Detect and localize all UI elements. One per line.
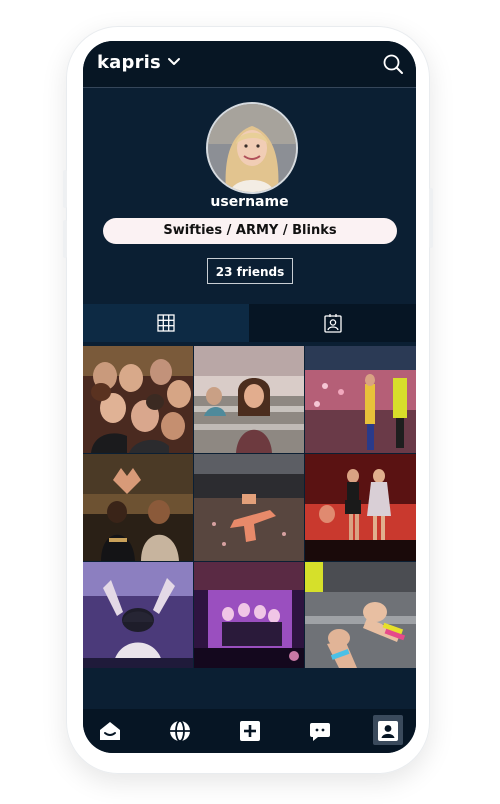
profile-tabs	[83, 304, 416, 342]
avatar-photo	[208, 104, 296, 192]
post-thumbnail[interactable]	[305, 562, 416, 668]
posts-grid	[83, 346, 416, 668]
app-screen: kapris username Swifties / ARMY / Blinks…	[83, 41, 416, 753]
messages-icon[interactable]	[308, 719, 332, 743]
globe-icon[interactable]	[168, 719, 192, 743]
top-bar: kapris	[83, 41, 416, 88]
fandom-badge[interactable]: Swifties / ARMY / Blinks	[103, 218, 397, 244]
post-thumbnail[interactable]	[83, 346, 193, 453]
add-post-icon[interactable]	[238, 719, 262, 743]
post-thumbnail[interactable]	[194, 346, 304, 453]
profile-icon[interactable]	[376, 719, 400, 743]
app-brand[interactable]: kapris	[97, 52, 161, 73]
phone-side-button	[63, 170, 67, 208]
phone-side-button	[429, 188, 433, 248]
grid-icon	[157, 314, 175, 332]
post-thumbnail[interactable]	[305, 454, 416, 561]
profile-username: username	[210, 194, 289, 210]
friends-count-button[interactable]: 23 friends	[207, 258, 293, 284]
search-icon[interactable]	[382, 53, 404, 75]
post-thumbnail[interactable]	[305, 346, 416, 453]
tab-posts-grid[interactable]	[83, 304, 249, 342]
post-thumbnail[interactable]	[194, 454, 304, 561]
tab-tagged[interactable]	[249, 304, 416, 342]
chevron-down-icon[interactable]	[167, 57, 181, 67]
tagged-person-icon	[323, 314, 342, 333]
avatar[interactable]	[206, 102, 298, 194]
home-icon[interactable]	[98, 719, 122, 743]
post-thumbnail[interactable]	[194, 562, 304, 668]
bottom-nav	[83, 709, 416, 753]
phone-side-button	[63, 220, 67, 258]
post-thumbnail[interactable]	[83, 454, 193, 561]
post-thumbnail[interactable]	[83, 562, 193, 668]
